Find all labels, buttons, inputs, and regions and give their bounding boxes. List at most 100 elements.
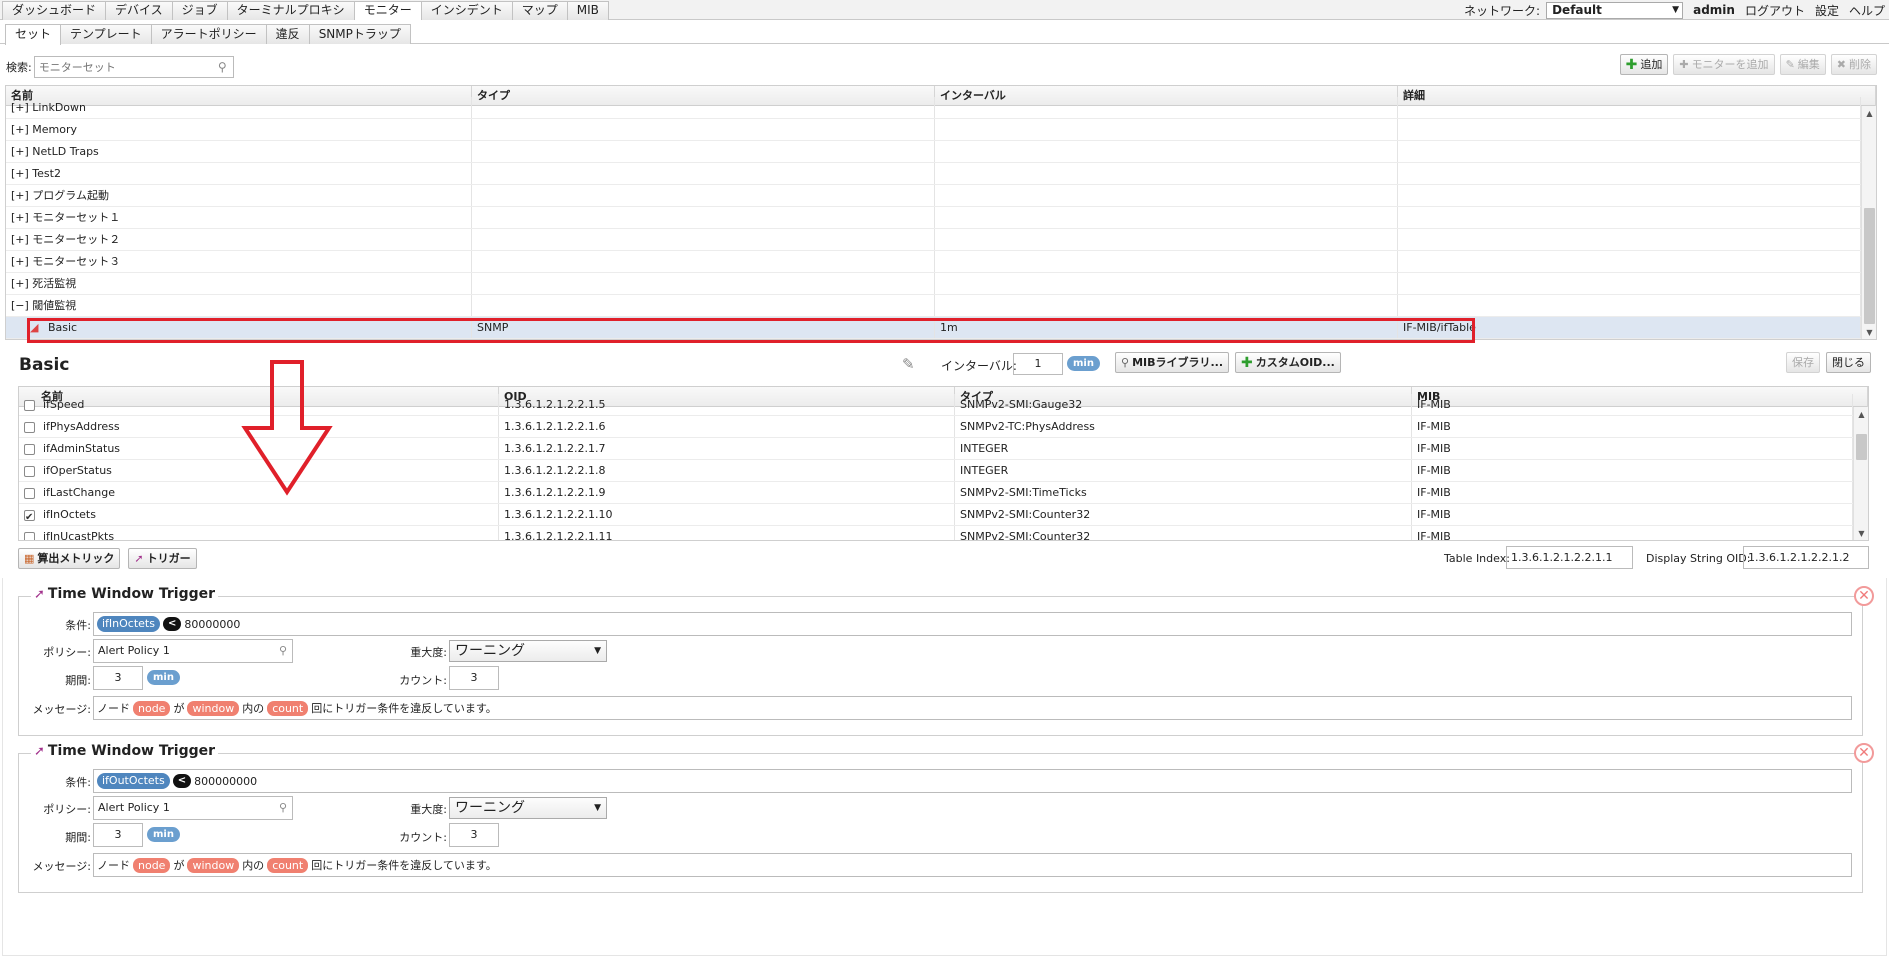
main-tabs: ダッシュボード デバイス ジョブ ターミナルプロキシ モニター インシデント マ…: [2, 1, 609, 20]
search-icon: ⚲: [1121, 356, 1130, 369]
search-icon[interactable]: ⚲: [218, 60, 227, 74]
row-type: [472, 207, 935, 228]
row-oid: 1.3.6.1.2.1.2.2.1.9: [499, 482, 955, 503]
table-row[interactable]: [+] モニターセット１: [6, 207, 1861, 229]
row-checkbox-checked[interactable]: [24, 507, 35, 525]
display-string-oid-input[interactable]: 1.3.6.1.2.1.2.2.1.2: [1743, 546, 1869, 569]
close-button[interactable]: 閉じる: [1826, 352, 1871, 373]
grid-body: [+] LinkDown [+] Memory [+] NetLD Traps …: [6, 97, 1861, 339]
add-button[interactable]: ✚ 追加: [1619, 54, 1669, 75]
detail-frame: [2, 578, 1887, 956]
row-mib: IF-MIB: [1412, 482, 1853, 503]
scroll-up-icon[interactable]: ▲: [1854, 410, 1868, 419]
table-row[interactable]: [+] プログラム起動: [6, 185, 1861, 207]
row-checkbox[interactable]: [24, 465, 35, 477]
trigger-button[interactable]: ➚ トリガー: [128, 548, 197, 569]
table-row[interactable]: ifInUcastPkts 1.3.6.1.2.1.2.2.1.11 SNMPv…: [19, 526, 1853, 540]
grid-scrollbar[interactable]: ▲ ▼: [1861, 106, 1876, 339]
delete-label: 削除: [1849, 58, 1871, 71]
row-detail: [1398, 97, 1861, 118]
row-detail: [1398, 141, 1861, 162]
network-value: Default: [1552, 2, 1602, 17]
subtab-templates[interactable]: テンプレート: [60, 24, 152, 44]
row-type: [472, 163, 935, 184]
network-select[interactable]: Default ▼: [1546, 1, 1684, 19]
search-input[interactable]: [34, 57, 205, 77]
row-name: [+] Memory: [6, 119, 472, 140]
logout-link[interactable]: ログアウト: [1745, 2, 1805, 19]
row-checkbox[interactable]: [24, 421, 35, 433]
scroll-down-icon[interactable]: ▼: [1854, 529, 1868, 538]
search-label: 検索:: [6, 61, 32, 74]
tab-dashboard[interactable]: ダッシュボード: [2, 1, 107, 20]
row-interval: [935, 119, 1398, 140]
network-label: ネットワーク:: [1464, 3, 1541, 18]
table-row[interactable]: [+] モニターセット３: [6, 251, 1861, 273]
computed-metric-label: 算出メトリック: [37, 552, 115, 565]
table-row[interactable]: [+] NetLD Traps: [6, 141, 1861, 163]
row-interval: [935, 295, 1398, 316]
subtab-snmp-traps[interactable]: SNMPトラップ: [308, 24, 411, 44]
interval-input[interactable]: 1: [1013, 353, 1063, 375]
pencil-icon[interactable]: ✎: [902, 355, 920, 373]
row-name: [+] モニターセット１: [6, 207, 472, 228]
row-mib: IF-MIB: [1412, 416, 1853, 437]
calculator-icon: ▦: [24, 552, 35, 565]
table-index-label: Table Index:: [1444, 552, 1510, 565]
row-interval: [935, 207, 1398, 228]
scroll-thumb[interactable]: [1864, 208, 1875, 324]
delete-button[interactable]: ✖ 削除: [1830, 54, 1877, 75]
subtab-violations[interactable]: 違反: [265, 24, 310, 44]
row-type: [472, 185, 935, 206]
subtab-sets[interactable]: セット: [5, 24, 62, 45]
row-name: ifLastChange: [43, 486, 115, 499]
table-row[interactable]: [+] モニターセット２: [6, 229, 1861, 251]
table-row-selected[interactable]: ◢ Basic SNMP 1m IF-MIB/ifTable: [6, 317, 1861, 339]
grid-scrollbar[interactable]: ▲ ▼: [1853, 407, 1868, 540]
table-row[interactable]: [−] 閾値監視: [6, 295, 1861, 317]
tab-monitor[interactable]: モニター: [353, 1, 422, 20]
scroll-down-icon[interactable]: ▼: [1862, 328, 1876, 337]
table-index-input[interactable]: 1.3.6.1.2.1.2.2.1.1: [1506, 546, 1633, 569]
tab-mib[interactable]: MIB: [566, 1, 609, 20]
row-checkbox[interactable]: [24, 531, 35, 540]
down-arrow-annotation: [241, 360, 333, 496]
row-type: [472, 273, 935, 294]
row-type: [472, 251, 935, 272]
add-monitor-icon: ✚: [1679, 58, 1689, 71]
row-checkbox[interactable]: [24, 443, 35, 455]
row-name: [+] モニターセット２: [6, 229, 472, 250]
row-checkbox[interactable]: [24, 399, 35, 411]
sub-tabs: セット テンプレート アラートポリシー 違反 SNMPトラップ: [5, 24, 411, 45]
subtab-alert-policy[interactable]: アラートポリシー: [150, 24, 267, 44]
row-name: Basic: [47, 321, 78, 334]
table-row[interactable]: [+] Test2: [6, 163, 1861, 185]
row-name: [+] 死活監視: [6, 273, 472, 294]
edit-button[interactable]: ✎ 編集: [1779, 54, 1826, 75]
tab-terminal-proxy[interactable]: ターミナルプロキシ: [226, 1, 355, 20]
top-nav-bar: ダッシュボード デバイス ジョブ ターミナルプロキシ モニター インシデント マ…: [0, 0, 1889, 20]
add-monitor-button[interactable]: ✚ モニターを追加: [1673, 54, 1775, 75]
tab-incidents[interactable]: インシデント: [420, 1, 513, 20]
interval-unit-pill: min: [1067, 356, 1100, 371]
mib-library-button[interactable]: ⚲ MIBライブラリ...: [1115, 352, 1230, 373]
tab-devices[interactable]: デバイス: [105, 1, 173, 20]
save-button[interactable]: 保存: [1786, 352, 1820, 373]
scroll-thumb[interactable]: [1856, 434, 1867, 460]
table-row[interactable]: [+] 死活監視: [6, 273, 1861, 295]
settings-link[interactable]: 設定: [1815, 2, 1839, 19]
row-type: [472, 97, 935, 118]
tab-jobs[interactable]: ジョブ: [171, 1, 228, 20]
table-row[interactable]: [+] Memory: [6, 119, 1861, 141]
help-link[interactable]: ヘルプ: [1849, 2, 1885, 19]
table-row[interactable]: ifInOctets 1.3.6.1.2.1.2.2.1.10 SNMPv2-S…: [19, 504, 1853, 526]
table-row[interactable]: [+] LinkDown: [6, 97, 1861, 119]
row-name: [+] LinkDown: [6, 97, 472, 118]
row-name: ifInOctets: [43, 508, 96, 521]
tab-map[interactable]: マップ: [511, 1, 568, 20]
computed-metric-button[interactable]: ▦ 算出メトリック: [18, 548, 121, 569]
row-type: SNMPv2-SMI:TimeTicks: [955, 482, 1412, 503]
scroll-up-icon[interactable]: ▲: [1862, 109, 1876, 118]
custom-oid-button[interactable]: ✚ カスタムOID...: [1235, 352, 1341, 373]
row-checkbox[interactable]: [24, 487, 35, 499]
